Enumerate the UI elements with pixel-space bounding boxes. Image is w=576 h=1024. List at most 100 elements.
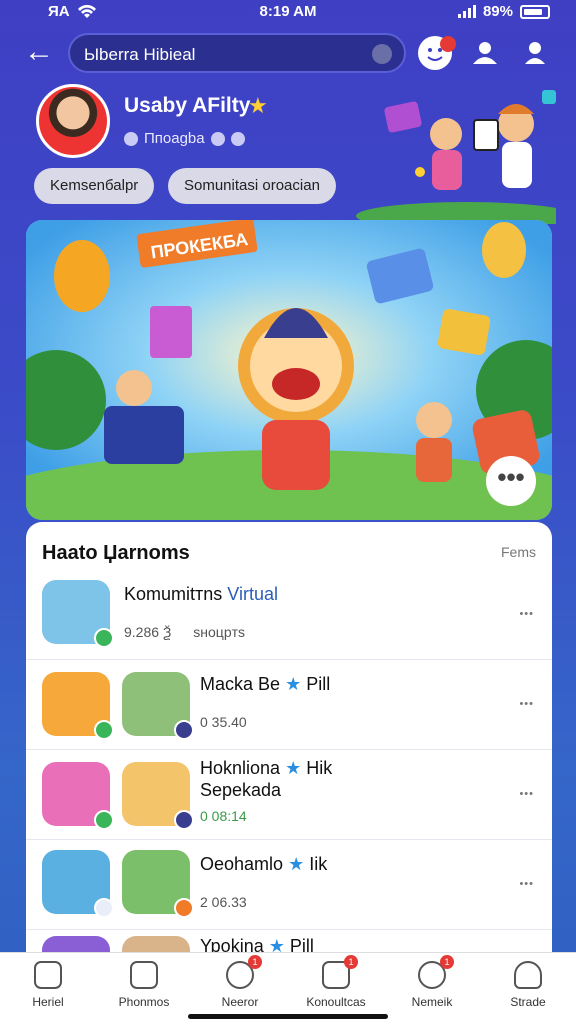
- avatar: [42, 936, 110, 952]
- check-icon: [210, 131, 225, 146]
- user-icon: [525, 42, 545, 64]
- item-name-tail: Iik: [309, 854, 328, 874]
- nav-badge: 1: [440, 955, 454, 969]
- avatar-secondary: [122, 672, 194, 740]
- list-item[interactable]: Komumitтns Virtual 9.286 Ѯ sноцpтs •••: [26, 570, 552, 660]
- online-icon: [94, 628, 114, 648]
- row-menu-icon[interactable]: •••: [519, 788, 534, 800]
- nav-home[interactable]: Heriel: [0, 961, 96, 1009]
- eye-icon: [94, 898, 114, 918]
- avatar: [42, 580, 114, 648]
- profile-avatar[interactable]: [36, 84, 110, 158]
- promo-banner[interactable]: ПРОКЕКБА •••: [26, 220, 552, 520]
- item-name-text: Ypokina: [200, 936, 264, 952]
- nav-label: Phonmos: [118, 995, 170, 1009]
- item-name-accent: Virtual: [227, 584, 278, 604]
- online-icon: [94, 810, 114, 830]
- chip-0[interactable]: Kemsenбаlpr: [34, 168, 155, 204]
- item-name: Komumitтns Virtual: [124, 584, 278, 605]
- account-button[interactable]: [518, 36, 552, 70]
- star-icon: ★: [248, 93, 268, 118]
- item-count: 9.286 Ѯ: [124, 624, 172, 640]
- status-bar: ЯА 8:19 AM 89%: [0, 0, 576, 26]
- item-meta: 9.286 Ѯ sноцpтs: [124, 624, 245, 640]
- list-title: Haato Џarnoms: [42, 542, 190, 564]
- list-item[interactable]: Macka Be ★ Pill 0 35.40 •••: [26, 660, 552, 750]
- nav-profile[interactable]: Strade: [480, 961, 576, 1009]
- back-button[interactable]: ←: [22, 36, 56, 70]
- avatar: [42, 850, 114, 918]
- emoji-button[interactable]: [418, 36, 456, 70]
- signal-icon: [457, 5, 476, 18]
- avatar-secondary: [122, 762, 194, 830]
- item-name-text: Hoknliona: [200, 758, 281, 778]
- item-name: Ypokina ★ Pill: [200, 936, 314, 952]
- item-name-text: Oeohamlo: [200, 854, 284, 874]
- item-name: Macka Be ★ Pill: [200, 674, 330, 695]
- list-item[interactable]: Hoknliona ★ Hik Sepekada 0 08:14 •••: [26, 750, 552, 840]
- avatar: [42, 672, 114, 740]
- verified-star-icon: ★: [285, 674, 302, 694]
- row-menu-icon[interactable]: •••: [519, 698, 534, 710]
- item-time: 2 06.33: [200, 894, 247, 910]
- community-list: Haato Џarnoms Fems Komumitтns Virtual 9.…: [26, 522, 552, 952]
- clock-icon: 1: [226, 955, 262, 989]
- verified-star-icon: ★: [285, 758, 302, 778]
- status-icon: [174, 810, 194, 830]
- nav-badge: 1: [248, 955, 262, 969]
- shop-icon: [130, 961, 158, 989]
- banner-illustration: ПРОКЕКБА: [26, 220, 552, 520]
- book-icon: 1: [322, 955, 358, 989]
- profile-icon: [514, 961, 542, 989]
- nav-chat[interactable]: 1 Nemeik: [384, 955, 480, 1009]
- group-button[interactable]: [468, 36, 502, 70]
- nav-label: Heriel: [32, 995, 64, 1009]
- profile-name: Usaby AFilty: [124, 94, 251, 117]
- nav-badge: 1: [344, 955, 358, 969]
- list-item[interactable]: Oeohamlo ★ Iik 2 06.33 •••: [26, 840, 552, 930]
- row-menu-icon[interactable]: •••: [519, 608, 534, 620]
- search-field[interactable]: Ыberra Hibieal: [68, 33, 406, 73]
- home-icon: [34, 961, 62, 989]
- notification-badge: [440, 36, 456, 52]
- verified-star-icon: ★: [268, 936, 285, 952]
- home-indicator[interactable]: [188, 1014, 388, 1019]
- nav-shop[interactable]: Phonmos: [96, 961, 192, 1009]
- mic-icon[interactable]: [372, 44, 392, 64]
- more-options-button[interactable]: •••: [486, 456, 536, 506]
- profile-subtitle: Ппоagba: [124, 130, 245, 147]
- item-time: sноцpтs: [193, 624, 246, 640]
- item-name: Oeohamlo ★ Iik: [200, 854, 327, 875]
- list-see-all[interactable]: Fems: [501, 544, 536, 560]
- item-name-text: Macka Be: [200, 674, 281, 694]
- avatar: [42, 762, 114, 830]
- status-right: 89%: [457, 3, 550, 20]
- item-name-text: Komumitтns: [124, 584, 223, 604]
- item-name: Hoknliona ★ Hik: [200, 758, 332, 779]
- group-icon: [473, 42, 497, 64]
- profile-header: Usaby AFilty ★ Ппоagba Kemsenбаlpr Somun…: [34, 84, 556, 224]
- status-icon: [230, 131, 245, 146]
- verified-star-icon: ★: [288, 854, 305, 874]
- nav-label: Neeror: [221, 995, 259, 1009]
- top-bar: ← Ыberra Hibieal: [0, 30, 576, 76]
- nav-clock[interactable]: 1 Neeror: [192, 955, 288, 1009]
- nav-community[interactable]: 1 Konoultcas: [288, 955, 384, 1009]
- nav-label: Nemeik: [411, 995, 453, 1009]
- chip-1[interactable]: Somunitasi oroacian: [168, 168, 336, 204]
- item-time: 0 08:14: [200, 808, 247, 824]
- nav-label: Strade: [510, 995, 546, 1009]
- item-name-tail: Hik: [306, 758, 333, 778]
- status-icon: [174, 720, 194, 740]
- status-icon: [174, 898, 194, 918]
- info-icon: [124, 131, 138, 146]
- item-name-line2: Sepekada: [200, 780, 282, 800]
- nav-label: Konoultcas: [306, 995, 366, 1009]
- item-name-tail: Pill: [306, 674, 331, 694]
- list-item[interactable]: Ypokina ★ Pill: [26, 930, 552, 952]
- avatar-secondary: [122, 936, 190, 952]
- hero-illustration: [356, 90, 556, 224]
- battery-icon: [520, 4, 550, 19]
- row-menu-icon[interactable]: •••: [519, 878, 534, 890]
- search-input-value[interactable]: Ыberra Hibieal: [84, 45, 195, 65]
